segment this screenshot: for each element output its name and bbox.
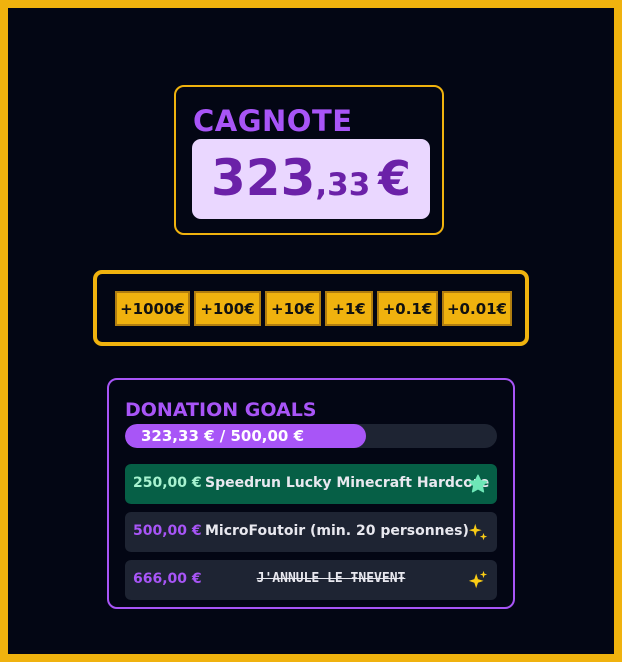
goal-progress-bar: 323,33 € / 500,00 € — [125, 424, 497, 448]
star-icon — [467, 473, 489, 495]
goal-label: MicroFoutoir (min. 20 personnes) — [205, 523, 469, 539]
add-10-button[interactable]: +10€ — [265, 291, 321, 326]
sparkles-icon — [467, 569, 489, 591]
cagnote-amount-decimal: ,33 — [315, 167, 371, 203]
goal-amount: 500,00 € — [133, 523, 202, 539]
sparkles-icon — [467, 521, 489, 543]
goal-amount: 666,00 € — [133, 571, 202, 587]
cagnote-title: CAGNOTE — [193, 104, 353, 138]
goal-row: 666,00 € J'ANNULE LE ŦNEVENŦ — [125, 560, 497, 600]
add-0-01-button[interactable]: +0.01€ — [442, 291, 512, 326]
add-amount-panel: +1000€ +100€ +10€ +1€ +0.1€ +0.01€ — [93, 270, 529, 346]
add-1000-button[interactable]: +1000€ — [115, 291, 190, 326]
add-0-1-button[interactable]: +0.1€ — [377, 291, 438, 326]
cagnote-amount-integer: 323 — [211, 149, 316, 207]
goal-amount: 250,00 € — [133, 475, 202, 491]
cagnote-currency: € — [378, 152, 411, 207]
goal-row: 250,00 € Speedrun Lucky Minecraft Hardco… — [125, 464, 497, 504]
goal-label: J'ANNULE LE ŦNEVENŦ — [256, 571, 406, 586]
cagnote-amount-box: 323 ,33 € — [192, 139, 430, 219]
goal-progress-label: 323,33 € / 500,00 € — [141, 427, 305, 445]
add-100-button[interactable]: +100€ — [194, 291, 261, 326]
goal-row: 500,00 € MicroFoutoir (min. 20 personnes… — [125, 512, 497, 552]
add-1-button[interactable]: +1€ — [325, 291, 373, 326]
cagnote-card: CAGNOTE 323 ,33 € — [174, 85, 444, 235]
goal-label: Speedrun Lucky Minecraft Hardcore — [205, 475, 490, 491]
donation-goals-title: DONATION GOALS — [125, 399, 317, 421]
donation-goals-panel: DONATION GOALS 323,33 € / 500,00 € 250,0… — [107, 378, 515, 609]
